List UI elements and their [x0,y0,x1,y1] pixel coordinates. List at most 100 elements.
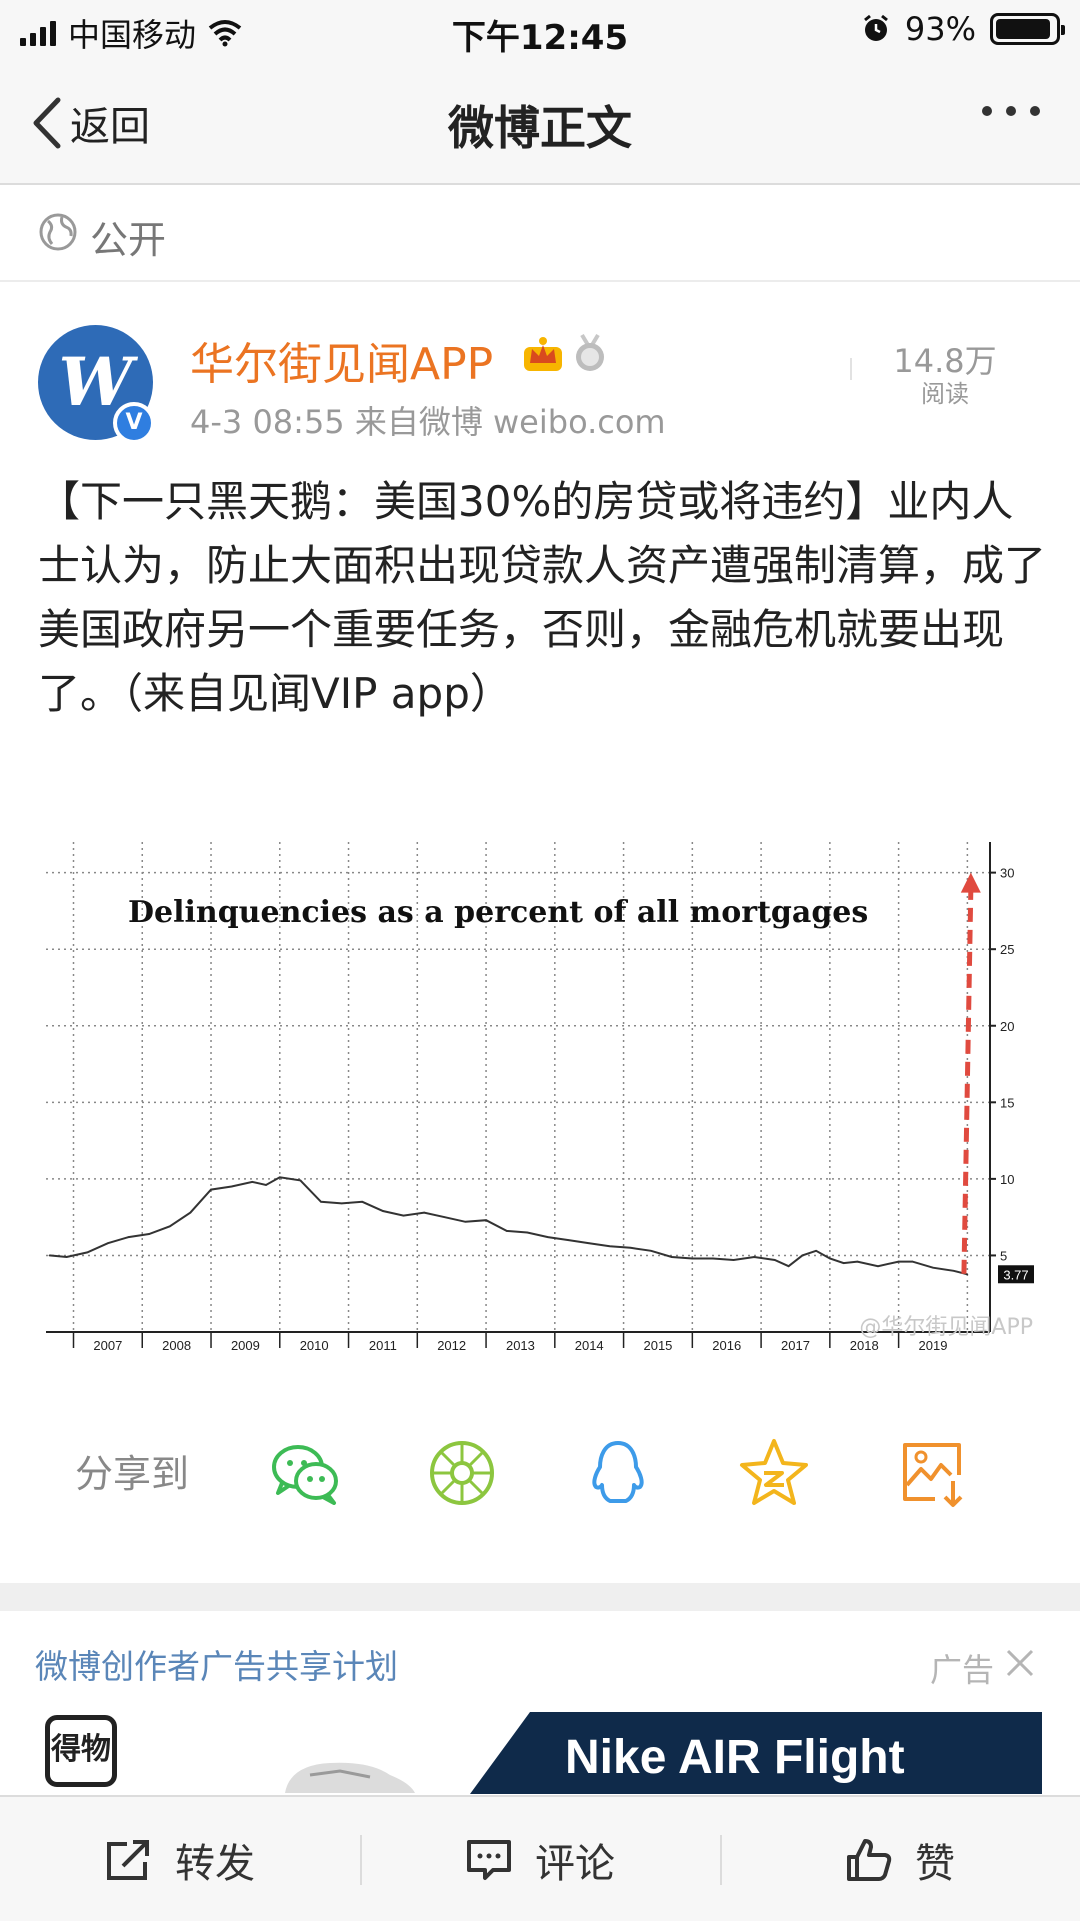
current-value-label: 3.77 [1003,1267,1028,1282]
series-point [127,1236,130,1238]
battery-percent: 93% [904,10,976,48]
series-point [547,1236,549,1238]
qq-icon[interactable] [580,1435,656,1511]
ad-tag: 广告 [930,1651,995,1689]
visibility-label: 公开 [90,218,167,262]
repost-icon [107,1840,149,1880]
like-button[interactable]: 赞 [720,1797,1080,1921]
series-point [485,1219,487,1222]
series-point [320,1201,322,1203]
comment-icon [467,1840,511,1880]
series-point [787,1265,790,1267]
series-point [251,1181,254,1183]
series-point [168,1225,171,1228]
x-tick-label: 2012 [437,1338,466,1352]
x-tick-label: 2017 [781,1338,810,1352]
series-point [567,1239,570,1241]
more-button[interactable] [982,106,1040,116]
x-tick-label: 2019 [919,1338,948,1352]
page-title: 微博正文 [448,101,632,155]
y-tick-label: 20 [1000,1019,1014,1034]
series-point [856,1260,859,1263]
series-point [897,1260,900,1263]
series-point [340,1202,343,1205]
crown-badge-icon[interactable] [522,333,564,373]
series-point [753,1256,756,1258]
close-icon[interactable] [1005,1648,1035,1678]
series-point [505,1230,508,1232]
series-point [299,1179,302,1182]
more-dot [1030,106,1040,116]
series-point [107,1242,109,1244]
like-label: 赞 [915,1841,955,1887]
status-bar: 中国移动 下午12:45 93% [0,0,1080,60]
save-image-icon[interactable] [895,1435,971,1511]
battery-icon [990,13,1065,45]
share-row: 分享到 [0,1410,1080,1530]
series-point [210,1188,212,1191]
sneaker-image [285,1762,415,1793]
comment-button[interactable]: 评论 [360,1797,720,1921]
series-point [48,1254,51,1257]
chart-title: Delinquencies as a percent of all mortga… [128,895,868,930]
qzone-icon[interactable] [736,1435,812,1511]
series-point [444,1216,446,1218]
series-point [278,1176,281,1179]
nav-bar: 返回 微博正文 [0,60,1080,185]
series-point [911,1260,914,1263]
series-point [526,1231,529,1234]
more-dot [982,106,992,116]
medal-badge-icon[interactable] [570,333,610,373]
x-tick-label: 2013 [506,1338,535,1352]
series-point [189,1211,192,1214]
thumbs-up-icon [847,1839,892,1881]
watermark-text: @华尔街见闻APP [859,1315,1033,1340]
series-point [609,1245,611,1248]
series-point [842,1262,845,1264]
series-point [361,1201,364,1203]
series-point [148,1233,150,1235]
x-tick-label: 2010 [300,1338,329,1352]
series-point [588,1242,590,1244]
repost-button[interactable]: 转发 [0,1797,360,1921]
post-image[interactable]: 5 10 15 20 25 30 2007 2008 2009 2010 2011 2012 2013 2… [38,822,1038,1353]
verified-badge: V [113,402,155,444]
series-point [464,1220,467,1223]
series-point [265,1184,267,1186]
x-tick-label: 2018 [850,1338,879,1352]
x-tick-label: 2016 [712,1338,741,1352]
series-point [65,1256,68,1258]
wechat-icon[interactable] [268,1435,344,1511]
series-point [815,1250,817,1252]
ad-brand-logo[interactable]: 得物 [45,1715,117,1787]
moments-icon[interactable] [424,1435,500,1511]
ad-banner[interactable]: Nike AIR Flight [470,1712,1042,1794]
series-point [670,1256,673,1258]
x-tick-label: 2007 [93,1338,122,1352]
visibility-row: 公开 [0,187,1080,282]
series-point [712,1257,714,1260]
series-point [230,1185,233,1188]
series-point [966,1273,969,1276]
y-tick-label: 25 [1000,942,1014,957]
series-point [732,1259,735,1261]
author-name[interactable]: 华尔街见闻APP [190,328,493,392]
series-point [829,1257,831,1260]
x-tick-label: 2015 [643,1338,672,1352]
x-tick-label: 2014 [575,1338,604,1352]
series-point [774,1259,776,1261]
series-point [932,1266,934,1269]
status-right: 93% [861,10,1065,48]
series-point [691,1257,694,1260]
repost-label: 转发 [175,1841,255,1887]
x-tick-label: 2009 [231,1338,260,1352]
comment-label: 评论 [535,1841,615,1887]
y-tick-label: 30 [1000,866,1014,881]
divider [850,358,852,380]
post-meta: 4-3 08:55 来自微博 weibo.com [190,403,666,441]
series-point [629,1246,632,1249]
series-point [650,1250,652,1252]
ad-title[interactable]: 微博创作者广告共享计划 [35,1640,398,1688]
delinquency-chart: 5 10 15 20 25 30 2007 2008 2009 2010 2011 2012 2013 2… [46,842,1034,1353]
y-tick-label: 5 [1000,1248,1007,1263]
